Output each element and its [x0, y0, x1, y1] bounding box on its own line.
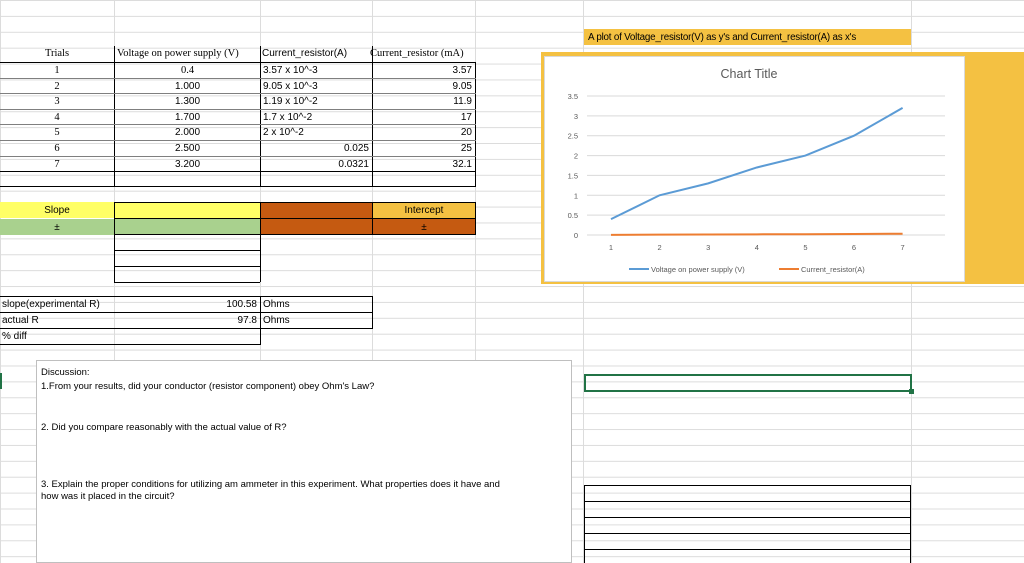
trial-cell[interactable]: 1 [0, 63, 114, 78]
current-a-cell[interactable]: 0.025 [261, 141, 372, 156]
voltage-cell[interactable]: 2.000 [115, 125, 260, 140]
discussion-q3-line1: 3. Explain the proper conditions for uti… [41, 479, 500, 490]
discussion-q3-line2: how was it placed in the circuit? [41, 491, 175, 502]
current-a-cell[interactable]: 0.0321 [261, 157, 372, 172]
y-tick-label: 1.5 [568, 171, 578, 180]
trial-cell[interactable]: 2 [0, 79, 114, 94]
fill-handle[interactable] [909, 389, 914, 394]
discussion-title: Discussion: [41, 367, 90, 378]
answer-table[interactable] [584, 485, 911, 563]
y-tick-label: 2 [574, 152, 578, 161]
current-ma-cell[interactable]: 32.1 [373, 157, 475, 172]
chart[interactable]: Chart Title 0 0.5 1 1.5 2 2.5 3 3.5 1 2 3 4 5 6 7 Vol… [544, 56, 965, 282]
header-voltage[interactable]: Voltage on power supply (V) [115, 46, 260, 61]
trial-cell[interactable]: 3 [0, 94, 114, 109]
x-tick-label: 2 [658, 243, 662, 252]
voltage-cell[interactable]: 1.000 [115, 79, 260, 94]
actual-r-label[interactable]: actual R [0, 313, 114, 328]
plot-caption[interactable]: A plot of Voltage_resistor(V) as y's and… [586, 30, 912, 45]
header-trials[interactable]: Trials [0, 46, 114, 61]
discussion-box[interactable]: Discussion: 1.From your results, did you… [36, 360, 572, 563]
header-current-a[interactable]: Current_resistor(A) [260, 46, 372, 61]
voltage-cell[interactable]: 0.4 [115, 63, 260, 78]
current-ma-cell[interactable]: 17 [373, 110, 475, 125]
slope-exp-label[interactable]: slope(experimental R) [0, 297, 114, 312]
series-line-1[interactable] [610, 107, 904, 221]
x-tick-label: 6 [852, 243, 856, 252]
voltage-cell[interactable]: 2.500 [115, 141, 260, 156]
trial-cell[interactable]: 7 [0, 157, 114, 172]
trial-cell[interactable]: 4 [0, 110, 114, 125]
actual-r-unit[interactable]: Ohms [261, 313, 372, 328]
current-a-cell[interactable]: 1.19 x 10^-2 [261, 94, 372, 109]
x-tick-label: 1 [609, 243, 613, 252]
selected-cell[interactable] [584, 374, 912, 392]
voltage-cell[interactable]: 1.300 [115, 94, 260, 109]
header-current-ma[interactable]: Current_resistor (mA) [370, 46, 476, 61]
y-tick-label: 0.5 [568, 211, 578, 220]
current-ma-cell[interactable]: 20 [373, 125, 475, 140]
chart-title: Chart Title [721, 67, 778, 81]
current-a-cell[interactable]: 1.7 x 10^-2 [261, 110, 372, 125]
legend-label: Current_resistor(A) [801, 265, 865, 274]
trial-cell[interactable]: 6 [0, 141, 114, 156]
discussion-q1: 1.From your results, did your conductor … [41, 381, 375, 392]
discussion-q2: 2. Did you compare reasonably with the a… [41, 422, 287, 433]
x-tick-label: 5 [803, 243, 807, 252]
y-tick-label: 0 [574, 231, 578, 240]
series-line-2[interactable] [610, 232, 903, 236]
y-tick-label: 1 [574, 191, 578, 200]
line-chart: Chart Title 0 0.5 1 1.5 2 2.5 3 3.5 1 2 3 4 5 6 7 Vol… [568, 67, 945, 274]
slope-exp-unit[interactable]: Ohms [261, 297, 372, 312]
trial-cell[interactable]: 5 [0, 125, 114, 140]
slope-exp-value[interactable]: 100.58 [114, 297, 260, 312]
x-tick-label: 3 [706, 243, 710, 252]
voltage-cell[interactable]: 1.700 [115, 110, 260, 125]
current-ma-cell[interactable]: 11.9 [373, 94, 475, 109]
actual-r-value[interactable]: 97.8 [114, 313, 260, 328]
y-tick-label: 2.5 [568, 132, 578, 141]
x-tick-label: 4 [755, 243, 759, 252]
current-ma-cell[interactable]: 3.57 [373, 63, 475, 78]
y-tick-label: 3.5 [568, 92, 578, 101]
voltage-cell[interactable]: 3.200 [115, 157, 260, 172]
current-ma-cell[interactable]: 9.05 [373, 79, 475, 94]
x-tick-label: 7 [901, 243, 905, 252]
y-tick-label: 3 [574, 112, 578, 121]
current-a-cell[interactable]: 3.57 x 10^-3 [261, 63, 372, 78]
current-a-cell[interactable]: 9.05 x 10^-3 [261, 79, 372, 94]
pct-diff-label[interactable]: % diff [0, 329, 114, 344]
current-a-cell[interactable]: 2 x 10^-2 [261, 125, 372, 140]
legend-label: Voltage on power supply (V) [651, 265, 745, 274]
current-ma-cell[interactable]: 25 [373, 141, 475, 156]
